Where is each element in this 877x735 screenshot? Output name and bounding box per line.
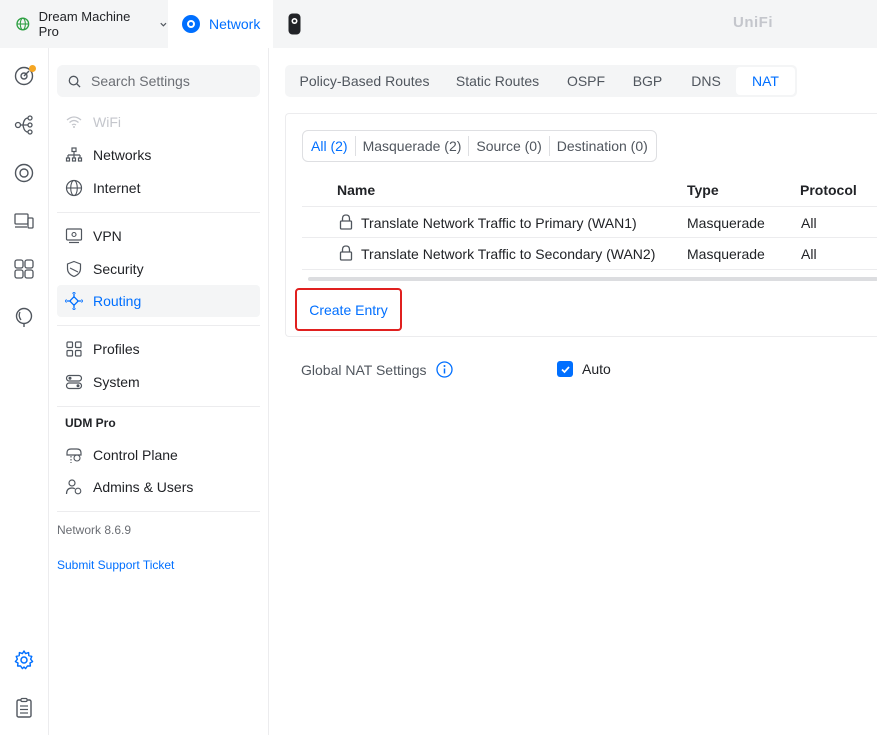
auto-checkbox-group[interactable]: Auto bbox=[557, 361, 611, 377]
auto-checkbox[interactable] bbox=[557, 361, 573, 377]
sidebar-item-label: Admins & Users bbox=[93, 479, 194, 495]
devices-icon[interactable] bbox=[13, 162, 35, 184]
table-row[interactable]: Translate Network Traffic to Primary (WA… bbox=[302, 206, 877, 238]
admins-users-icon bbox=[65, 479, 82, 495]
rule-protocol: All bbox=[801, 246, 817, 262]
chevron-down-icon bbox=[160, 22, 167, 27]
tab-dns[interactable]: DNS bbox=[676, 67, 736, 95]
settings-sidebar: WiFi Networks Internet VPN Security Rout… bbox=[49, 48, 269, 735]
system-log-icon[interactable] bbox=[13, 697, 35, 719]
sidebar-item-profiles[interactable]: Profiles bbox=[57, 333, 260, 365]
horizontal-scrollbar[interactable] bbox=[308, 277, 877, 281]
tab-static-routes[interactable]: Static Routes bbox=[442, 67, 553, 95]
filter-all[interactable]: All (2) bbox=[307, 136, 352, 156]
version-label: Network 8.6.9 bbox=[57, 523, 132, 537]
section-heading-udm-pro: UDM Pro bbox=[65, 416, 116, 430]
submit-support-ticket-link[interactable]: Submit Support Ticket bbox=[57, 558, 174, 572]
divider bbox=[57, 212, 260, 213]
rule-type: Masquerade bbox=[687, 246, 765, 262]
app-tab-network[interactable]: Network bbox=[168, 0, 273, 48]
divider bbox=[57, 406, 260, 407]
rule-name: Translate Network Traffic to Primary (WA… bbox=[361, 215, 637, 231]
column-header-name[interactable]: Name bbox=[337, 182, 375, 198]
device-name: Dream Machine Pro bbox=[38, 9, 131, 39]
routing-icon bbox=[65, 292, 83, 310]
sidebar-item-label: VPN bbox=[93, 228, 122, 244]
settings-gear-icon[interactable] bbox=[13, 649, 35, 671]
vpn-icon bbox=[65, 228, 83, 244]
global-nat-settings: Global NAT Settings bbox=[301, 361, 453, 378]
shield-icon bbox=[66, 260, 82, 278]
globe-icon bbox=[16, 17, 30, 31]
nat-rules-card: All (2) Masquerade (2) Source (0) Destin… bbox=[285, 113, 877, 337]
filter-masquerade[interactable]: Masquerade (2) bbox=[354, 136, 466, 156]
routing-tabs: Policy-Based Routes Static Routes OSPF B… bbox=[285, 65, 797, 97]
sidebar-item-label: Control Plane bbox=[93, 447, 178, 463]
sidebar-item-label: Networks bbox=[93, 147, 152, 163]
table-row[interactable]: Translate Network Traffic to Secondary (… bbox=[302, 238, 877, 270]
global-nat-label: Global NAT Settings bbox=[301, 361, 427, 378]
sidebar-item-control-plane[interactable]: Control Plane bbox=[57, 439, 260, 471]
brand-logo: UniFi bbox=[733, 14, 773, 31]
profiles-icon bbox=[66, 341, 82, 357]
sidebar-item-networks[interactable]: Networks bbox=[57, 139, 260, 171]
networks-icon bbox=[65, 147, 83, 162]
tab-bgp[interactable]: BGP bbox=[619, 67, 676, 95]
control-plane-icon bbox=[66, 448, 82, 463]
create-entry-button[interactable]: Create Entry bbox=[295, 288, 402, 331]
sidebar-item-admins-users[interactable]: Admins & Users bbox=[57, 471, 260, 503]
clients-icon[interactable] bbox=[13, 210, 35, 232]
insights-icon[interactable] bbox=[13, 306, 35, 328]
tab-nat[interactable]: NAT bbox=[736, 67, 795, 95]
sidebar-item-internet[interactable]: Internet bbox=[57, 172, 260, 204]
sidebar-item-system[interactable]: System bbox=[57, 366, 260, 398]
app-tab-label: Network bbox=[209, 16, 261, 32]
lock-icon bbox=[339, 214, 353, 230]
sidebar-item-label: Profiles bbox=[93, 341, 140, 357]
tab-policy-based-routes[interactable]: Policy-Based Routes bbox=[287, 67, 442, 95]
sidebar-item-label: Routing bbox=[93, 293, 142, 309]
sidebar-item-wifi[interactable]: WiFi bbox=[57, 106, 260, 138]
network-app-icon bbox=[182, 15, 200, 33]
sidebar-item-routing[interactable]: Routing bbox=[57, 285, 260, 317]
rule-protocol: All bbox=[801, 215, 817, 231]
info-icon[interactable] bbox=[435, 361, 453, 378]
column-header-type[interactable]: Type bbox=[687, 182, 719, 198]
ports-icon[interactable] bbox=[13, 258, 35, 280]
topology-icon[interactable] bbox=[13, 114, 35, 136]
search-input[interactable] bbox=[91, 73, 251, 89]
divider bbox=[57, 325, 260, 326]
system-toggle-icon bbox=[65, 374, 83, 390]
rule-name: Translate Network Traffic to Secondary (… bbox=[361, 246, 656, 262]
sidebar-item-security[interactable]: Security bbox=[57, 253, 260, 285]
top-bar: Dream Machine Pro Network UniFi bbox=[0, 0, 877, 48]
app-rail bbox=[0, 48, 49, 735]
filter-destination[interactable]: Destination (0) bbox=[548, 136, 652, 156]
sidebar-item-label: Security bbox=[93, 261, 144, 277]
rule-type: Masquerade bbox=[687, 215, 765, 231]
checkmark-icon bbox=[560, 365, 570, 373]
internet-globe-icon bbox=[65, 179, 83, 197]
search-icon bbox=[68, 75, 81, 88]
filter-source[interactable]: Source (0) bbox=[468, 136, 545, 156]
sidebar-item-label: System bbox=[93, 374, 140, 390]
lock-icon bbox=[339, 245, 353, 261]
wifi-icon bbox=[66, 116, 82, 128]
camera-app-icon[interactable] bbox=[288, 13, 301, 35]
tab-ospf[interactable]: OSPF bbox=[553, 67, 619, 95]
column-header-protocol[interactable]: Protocol bbox=[800, 182, 857, 198]
device-selector[interactable]: Dream Machine Pro bbox=[0, 0, 168, 48]
search-box[interactable] bbox=[57, 65, 260, 97]
sidebar-item-vpn[interactable]: VPN bbox=[57, 220, 260, 252]
nat-filter-group: All (2) Masquerade (2) Source (0) Destin… bbox=[302, 130, 657, 162]
sidebar-item-label: WiFi bbox=[93, 114, 121, 130]
notification-dot bbox=[29, 65, 36, 72]
sidebar-item-label: Internet bbox=[93, 180, 141, 196]
auto-label: Auto bbox=[582, 361, 611, 377]
divider bbox=[57, 511, 260, 512]
